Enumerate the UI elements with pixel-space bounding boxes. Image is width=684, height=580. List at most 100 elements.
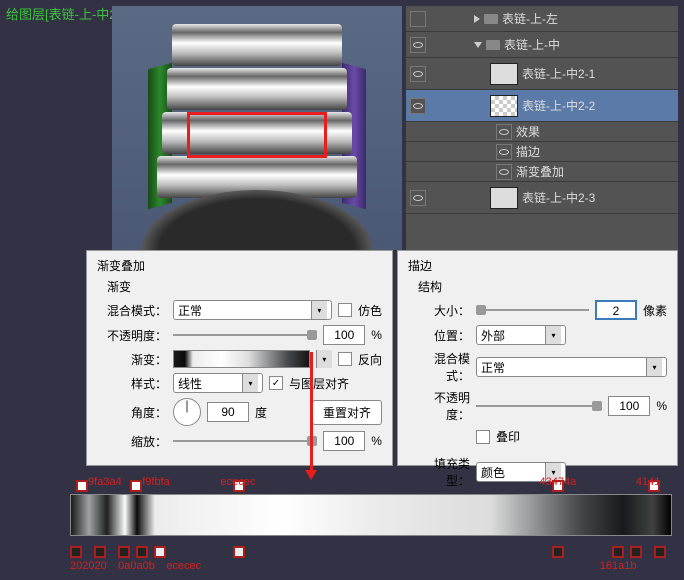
blend-mode-select[interactable]: 正常▾: [476, 357, 667, 377]
folder-icon: [486, 40, 500, 50]
reverse-label: 反向: [358, 351, 382, 368]
gradient-label: 渐变：: [107, 351, 167, 368]
style-select[interactable]: 线性▾: [173, 373, 263, 393]
gradient-stop[interactable]: [654, 546, 666, 558]
eye-icon: [413, 42, 423, 48]
style-label: 样式：: [107, 375, 167, 392]
canvas-preview: [112, 6, 402, 250]
layer-row[interactable]: 表链-上-中2-1: [406, 58, 678, 90]
visibility-toggle[interactable]: [410, 37, 426, 53]
eye-icon: [413, 103, 423, 109]
layer-name: 表链-上-左: [502, 10, 558, 27]
align-checkbox[interactable]: ✓: [269, 376, 283, 390]
color-value: 202020: [70, 560, 107, 572]
eye-icon: [499, 129, 509, 135]
layers-panel: 表链-上-左 表链-上-中 表链-上-中2-1 表链-上-中2-2 效果 描边 …: [406, 6, 678, 250]
annotation-arrow-icon: [310, 352, 313, 472]
visibility-toggle[interactable]: [496, 164, 512, 180]
gradient-picker-icon[interactable]: ▾: [316, 350, 332, 368]
fx-label: 效果: [516, 123, 540, 140]
visibility-toggle[interactable]: [410, 190, 426, 206]
size-label: 大小：: [418, 302, 470, 319]
gradient-stop[interactable]: [552, 546, 564, 558]
angle-input[interactable]: 90: [207, 402, 249, 422]
gradient-editor: 9fa3a4 f9fbfa ececec 43474a 4141 202020 …: [70, 476, 672, 572]
dither-checkbox[interactable]: [338, 303, 352, 317]
gradient-stop[interactable]: [154, 546, 166, 558]
gradient-stop[interactable]: [233, 546, 245, 558]
size-input[interactable]: 2: [595, 300, 637, 320]
watch-bezel: [142, 190, 372, 250]
blend-mode-label: 混合模式：: [418, 350, 470, 384]
fx-name: 渐变叠加: [516, 163, 564, 180]
layer-group-row[interactable]: 表链-上-左: [406, 6, 678, 32]
blend-mode-label: 混合模式：: [107, 302, 167, 319]
gradient-stop[interactable]: [94, 546, 106, 558]
color-value: 43474a: [540, 476, 577, 488]
angle-label: 角度：: [107, 404, 167, 421]
visibility-toggle[interactable]: [496, 144, 512, 160]
gradient-stop[interactable]: [76, 480, 88, 492]
opacity-slider[interactable]: [173, 328, 317, 342]
folder-icon: [484, 14, 498, 24]
dialog-title: 描边: [408, 257, 667, 274]
color-value: ececec: [166, 560, 201, 572]
eye-icon: [499, 169, 509, 175]
gradient-bar[interactable]: [70, 494, 672, 536]
scale-slider[interactable]: [173, 434, 317, 448]
position-label: 位置：: [418, 327, 470, 344]
watch-link-2: [167, 68, 347, 110]
blend-mode-select[interactable]: 正常▾: [173, 300, 332, 320]
dialog-title: 渐变叠加: [97, 257, 382, 274]
opacity-input[interactable]: 100: [323, 325, 365, 345]
position-select[interactable]: 外部▾: [476, 325, 566, 345]
fx-name: 描边: [516, 143, 540, 160]
layer-group-row[interactable]: 表链-上-中: [406, 32, 678, 58]
layer-name: 表链-上-中2-1: [522, 65, 595, 82]
layer-fx-gradient[interactable]: 渐变叠加: [406, 162, 678, 182]
gradient-stop[interactable]: [136, 546, 148, 558]
size-slider[interactable]: [476, 303, 589, 317]
layer-fx-row[interactable]: 效果: [406, 122, 678, 142]
gradient-stop[interactable]: [630, 546, 642, 558]
chevron-right-icon: [474, 15, 480, 23]
gradient-overlay-dialog: 渐变叠加 渐变 混合模式： 正常▾ 仿色 不透明度： 100 % 渐变： ▾ 反…: [86, 250, 393, 466]
layer-row[interactable]: 表链-上-中2-3: [406, 182, 678, 214]
scale-input[interactable]: 100: [323, 431, 365, 451]
gradient-preview[interactable]: [173, 350, 310, 368]
overprint-label: 叠印: [496, 428, 520, 445]
layer-row-selected[interactable]: 表链-上-中2-2: [406, 90, 678, 122]
color-value: ececec: [221, 476, 256, 488]
gradient-stop[interactable]: [130, 480, 142, 492]
layer-name: 表链-上-中: [504, 36, 560, 53]
color-value: 9fa3a4: [88, 476, 122, 488]
scale-label: 缩放：: [107, 433, 167, 450]
gradient-stop[interactable]: [118, 546, 130, 558]
visibility-toggle[interactable]: [410, 11, 426, 27]
opacity-slider[interactable]: [476, 399, 602, 413]
watch-link-1: [172, 24, 342, 66]
overprint-checkbox[interactable]: [476, 430, 490, 444]
gradient-stop[interactable]: [70, 546, 82, 558]
layer-fx-stroke[interactable]: 描边: [406, 142, 678, 162]
angle-dial[interactable]: [173, 398, 201, 426]
reverse-checkbox[interactable]: [338, 352, 352, 366]
gradient-stop[interactable]: [612, 546, 624, 558]
eye-icon: [413, 71, 423, 77]
dither-label: 仿色: [358, 302, 382, 319]
color-value: 4141: [636, 476, 660, 488]
eye-icon: [413, 195, 423, 201]
layer-thumbnail: [490, 63, 518, 85]
visibility-toggle[interactable]: [496, 124, 512, 140]
color-value: 0a0a0b: [118, 560, 155, 572]
align-label: 与图层对齐: [289, 375, 349, 392]
stroke-dialog: 描边 结构 大小： 2 像素 位置： 外部▾ 混合模式： 正常▾ 不透明度： 1…: [397, 250, 678, 466]
opacity-label: 不透明度：: [418, 389, 470, 423]
opacity-input[interactable]: 100: [608, 396, 650, 416]
dialog-subtitle: 结构: [418, 278, 667, 295]
layer-name: 表链-上-中2-2: [522, 97, 595, 114]
visibility-toggle[interactable]: [410, 66, 426, 82]
visibility-toggle[interactable]: [410, 98, 426, 114]
highlight-box: [187, 112, 327, 158]
reset-align-button[interactable]: 重置对齐: [312, 400, 382, 425]
